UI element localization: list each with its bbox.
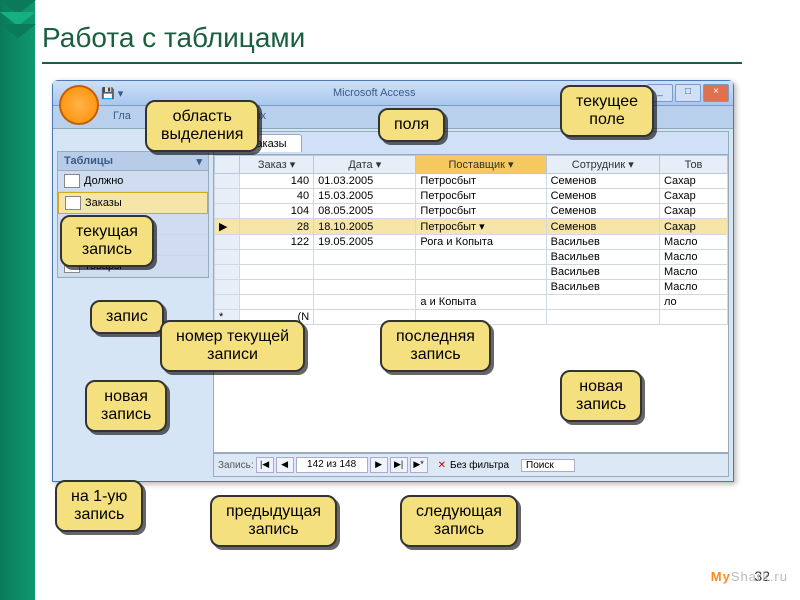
callout-next-record: следующаязапись — [400, 495, 518, 547]
table-row[interactable]: 12219.05.2005Рога и КопытаВасильевМасло — [215, 235, 728, 250]
data-grid[interactable]: Заказ ▾ Дата ▾ Поставщик ▾ Сотрудник ▾ Т… — [214, 155, 728, 325]
callout-current-record: текущаязапись — [60, 215, 154, 267]
column-header[interactable]: Дата ▾ — [314, 156, 416, 174]
callout-prev-record: предыдущаязапись — [210, 495, 337, 547]
record-position[interactable]: 142 из 148 — [296, 457, 368, 473]
header-row: Заказ ▾ Дата ▾ Поставщик ▾ Сотрудник ▾ Т… — [215, 156, 728, 174]
filter-off-icon: ✕ — [438, 460, 446, 471]
nav-item-active[interactable]: Заказы — [58, 192, 208, 214]
column-header[interactable]: Тов — [659, 156, 727, 174]
datasheet: 📋 Заказы Заказ ▾ Дата ▾ Поставщик ▾ Сотр… — [213, 131, 729, 453]
filter-status[interactable]: Без фильтра — [450, 460, 509, 471]
maximize-button[interactable]: □ — [675, 84, 701, 102]
table-row[interactable]: 4015.03.2005ПетросбытСеменовСахар — [215, 189, 728, 204]
column-header[interactable]: Сотрудник ▾ — [546, 156, 659, 174]
first-record-button[interactable]: |◀ — [256, 457, 274, 473]
callout-current-field: текущееполе — [560, 85, 654, 137]
callout-last-record: последняязапись — [380, 320, 491, 372]
table-row[interactable]: ВасильевМасло — [215, 250, 728, 265]
slide-title: Работа с таблицами — [42, 22, 742, 64]
ribbon-tab[interactable]: Гла — [103, 106, 141, 128]
watermark: MyShark.ru — [711, 569, 788, 584]
column-header-current[interactable]: Поставщик ▾ — [416, 156, 546, 174]
callout-first-record: на 1-уюзапись — [55, 480, 143, 532]
last-record-button[interactable]: ▶| — [390, 457, 408, 473]
callout-new-record-r: новаязапись — [560, 370, 642, 422]
nav-header[interactable]: Таблицы ▾ — [58, 152, 208, 171]
close-button[interactable]: × — [703, 84, 729, 102]
callout-rec-num: номер текущейзаписи — [160, 320, 305, 372]
prev-record-button[interactable]: ◀ — [276, 457, 294, 473]
callout-fields: поля — [378, 108, 445, 142]
table-icon — [65, 196, 81, 210]
callout-selection-area: областьвыделения — [145, 100, 259, 152]
select-all[interactable] — [215, 156, 240, 174]
table-row[interactable]: а и Копытало — [215, 295, 728, 310]
nav-label: Запись: — [218, 460, 254, 471]
office-button[interactable] — [59, 85, 99, 125]
record-navigator: Запись: |◀ ◀ 142 из 148 ▶ ▶| ▶* ✕ Без фи… — [213, 453, 729, 477]
column-header[interactable]: Заказ ▾ — [240, 156, 314, 174]
app-title: Microsoft Access — [333, 87, 416, 99]
table-row[interactable]: ВасильевМасло — [215, 265, 728, 280]
table-row[interactable]: 10408.05.2005ПетросбытСеменовСахар — [215, 204, 728, 219]
table-row[interactable]: 14001.03.2005ПетросбытСеменовСахар — [215, 174, 728, 189]
nav-item[interactable]: Должно — [58, 171, 208, 192]
table-row[interactable]: ВасильевМасло — [215, 280, 728, 295]
next-record-button[interactable]: ▶ — [370, 457, 388, 473]
quick-access-toolbar[interactable]: 💾 ▾ — [101, 87, 123, 100]
callout-records: запис — [90, 300, 164, 334]
table-icon — [64, 174, 80, 188]
new-record-button[interactable]: ▶* — [410, 457, 428, 473]
search-box[interactable]: Поиск — [521, 459, 575, 472]
table-row[interactable]: ▶2818.10.2005Петросбыт ▾СеменовСахар — [215, 219, 728, 235]
callout-new-record-l: новаязапись — [85, 380, 167, 432]
